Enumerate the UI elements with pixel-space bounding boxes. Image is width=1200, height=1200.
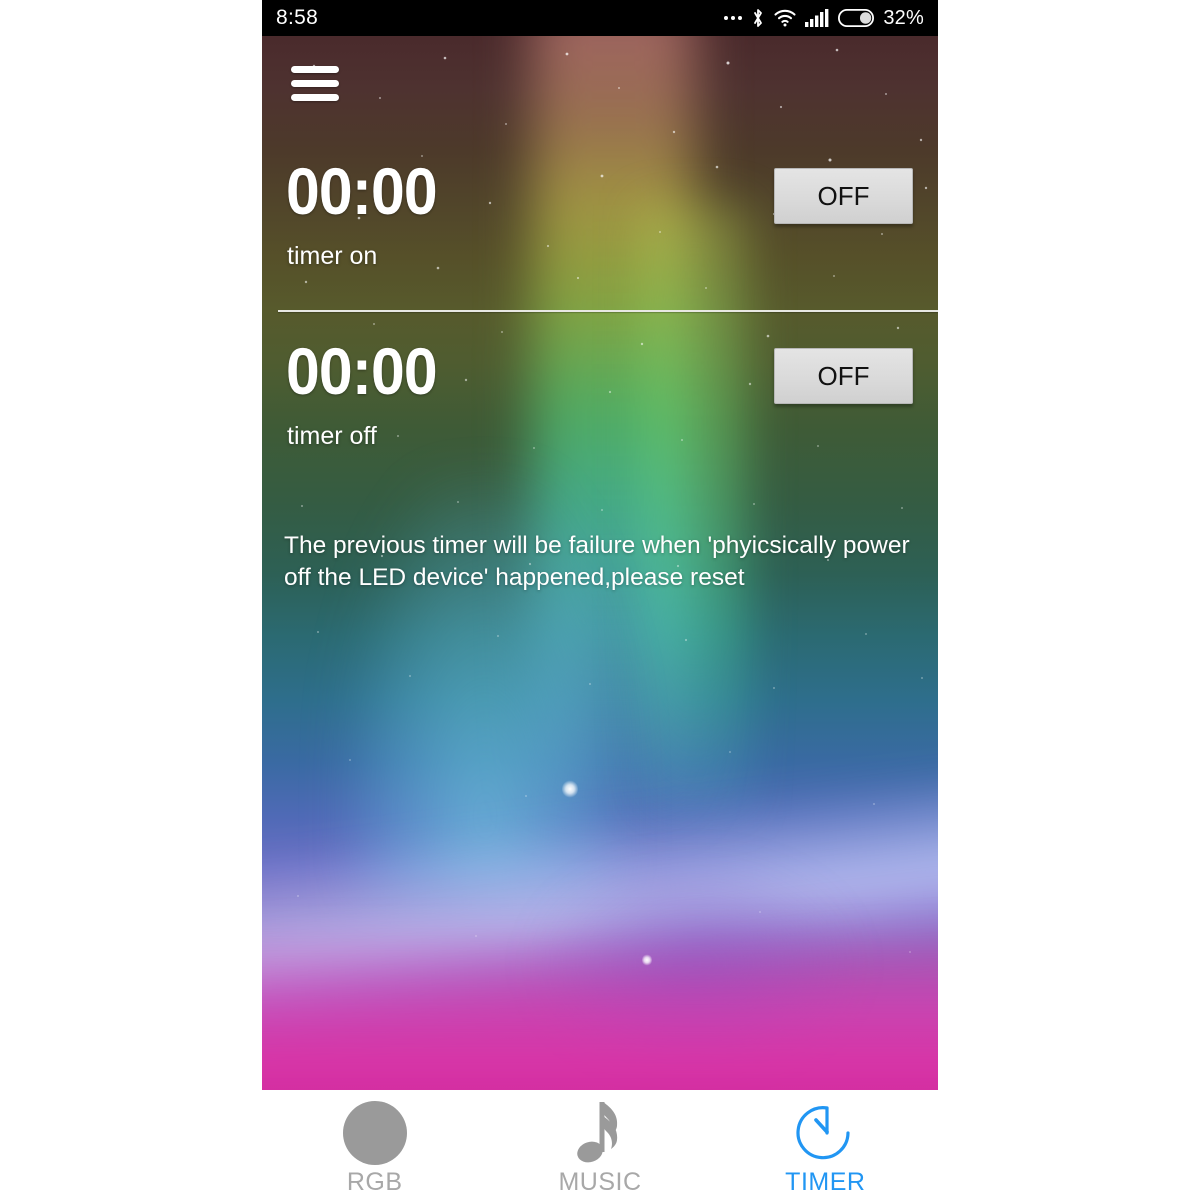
status-bar-clock: 8:58: [276, 6, 319, 29]
timer-off-toggle-button[interactable]: OFF: [774, 348, 913, 404]
bottom-navigation-bar: RGB MUSIC TIMER: [262, 1090, 938, 1200]
hamburger-bar-3: [291, 93, 339, 101]
more-dots-icon: [724, 16, 743, 20]
status-bar: 8:58 32%: [262, 0, 938, 36]
rgb-color-circle-icon: [342, 1101, 407, 1165]
nav-label-music: MUSIC: [558, 1168, 642, 1196]
timer-on-toggle-button[interactable]: OFF: [774, 168, 913, 224]
timer-screen-content: 00:00 timer on OFF 00:00 timer off OFF T…: [262, 36, 938, 1090]
phone-screen: 8:58 32% 00:00 timer on OFF 00:00 timer …: [262, 0, 938, 1200]
battery-icon: [838, 9, 875, 27]
timer-warning-note: The previous timer will be failure when …: [284, 532, 910, 592]
hamburger-bar-1: [291, 65, 339, 73]
battery-percent-label: 32%: [883, 6, 924, 29]
app-root: 8:58 32% 00:00 timer on OFF 00:00 timer …: [0, 0, 1200, 1200]
nav-label-rgb: RGB: [346, 1168, 403, 1196]
nav-item-music[interactable]: MUSIC: [487, 1090, 712, 1197]
timer-section-divider: [278, 310, 938, 312]
music-note-icon: [571, 1102, 629, 1164]
timer-on-row: 00:00 timer on OFF: [262, 158, 938, 282]
cellular-signal-icon: [805, 9, 829, 27]
wifi-icon: [774, 9, 796, 27]
bluetooth-icon: [751, 8, 765, 28]
hamburger-menu-icon[interactable]: [291, 63, 339, 103]
stopwatch-timer-icon: [794, 1102, 856, 1164]
timer-on-value[interactable]: 00:00: [286, 158, 438, 224]
timer-on-label: timer on: [287, 242, 378, 270]
status-bar-icons: 32%: [724, 7, 924, 30]
timer-off-value[interactable]: 00:00: [286, 338, 438, 404]
timer-off-label: timer off: [287, 422, 377, 450]
nav-item-timer[interactable]: TIMER: [713, 1090, 938, 1197]
nav-label-timer: TIMER: [785, 1168, 866, 1196]
nav-item-rgb[interactable]: RGB: [262, 1090, 487, 1197]
timer-off-row: 00:00 timer off OFF: [262, 338, 938, 462]
hamburger-bar-2: [291, 79, 339, 87]
